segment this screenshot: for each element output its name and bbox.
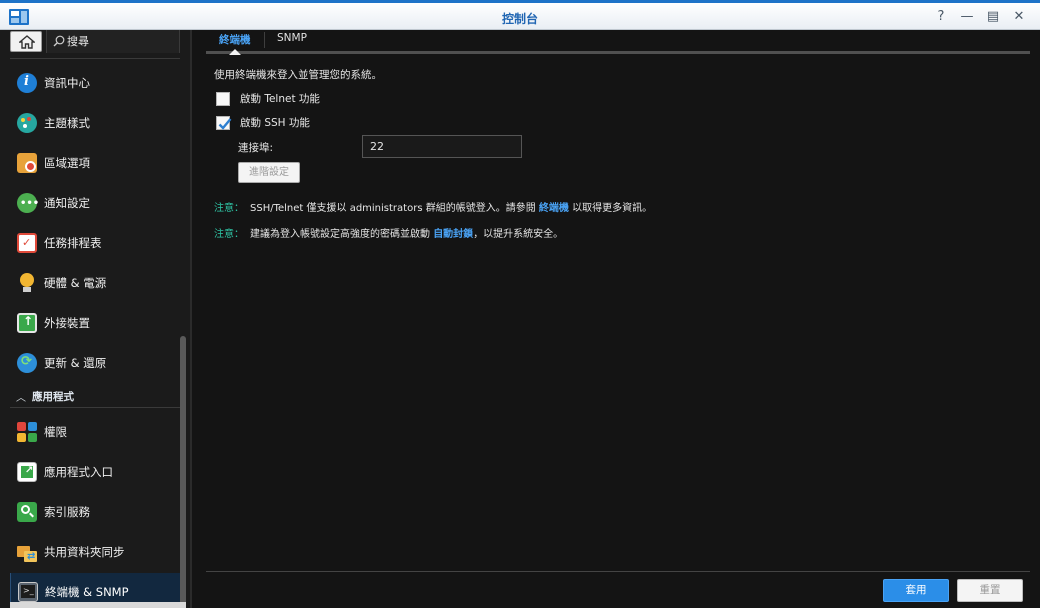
folder-sync-icon: ⇄ — [17, 542, 37, 562]
sidebar-item-label: 區域選項 — [44, 156, 90, 170]
search-input[interactable] — [67, 33, 175, 50]
sidebar-bottom-bar — [10, 602, 186, 608]
app-portal-icon: ↗ — [17, 462, 37, 482]
sidebar-item-label: 硬體 & 電源 — [44, 276, 107, 290]
sidebar-item-indexing[interactable]: 索引服務 — [10, 493, 180, 531]
restore-icon[interactable]: ▤ — [982, 8, 1004, 26]
sidebar-search[interactable] — [46, 30, 180, 53]
auto-block-link[interactable]: 自動封鎖 — [433, 229, 473, 240]
note-prefix: 注意： — [214, 203, 244, 214]
active-tab-indicator — [229, 49, 241, 55]
sidebar-item-label: 終端機 & SNMP — [45, 585, 129, 599]
sidebar-item-notification[interactable]: ••• 通知設定 — [10, 184, 180, 222]
advanced-settings-button[interactable]: 進階設定 — [238, 162, 300, 183]
terminal-description: 使用終端機來登入並管理您的系統。 — [214, 69, 382, 81]
telnet-label: 啟動 Telnet 功能 — [240, 93, 320, 105]
sidebar-item-label: 共用資料夾同步 — [44, 545, 125, 559]
sidebar-item-info-center[interactable]: i 資訊中心 — [10, 64, 180, 102]
note-ssh-telnet: 注意： SSH/Telnet 僅支援以 administrators 群組的帳號登… — [214, 199, 652, 214]
ssh-label: 啟動 SSH 功能 — [240, 117, 310, 129]
sidebar-item-label: 通知設定 — [44, 196, 90, 210]
tab-snmp[interactable]: SNMP — [277, 32, 307, 52]
reset-button[interactable]: 重置 — [957, 579, 1023, 602]
tab-divider — [264, 32, 265, 48]
bulb-icon — [17, 273, 37, 293]
section-label: 應用程式 — [32, 391, 74, 403]
sidebar-item-label: 外接裝置 — [44, 316, 90, 330]
ssh-option[interactable]: 啟動 SSH 功能 — [216, 115, 310, 130]
palette-icon — [17, 113, 37, 133]
sidebar-item-label: 更新 & 還原 — [44, 356, 107, 370]
divider — [10, 58, 180, 59]
search-icon — [53, 35, 65, 47]
sidebar-item-label: 資訊中心 — [44, 76, 90, 90]
sidebar-item-hardware[interactable]: 硬體 & 電源 — [10, 264, 180, 302]
chevron-up-icon: ︿ — [16, 393, 26, 404]
note-text: 以取得更多資訊。 — [572, 203, 653, 214]
checkmark-icon — [218, 117, 232, 130]
note-prefix: 注意： — [214, 229, 244, 240]
calendar-icon: ✓ — [17, 233, 37, 253]
sidebar-scrollbar[interactable] — [180, 336, 186, 608]
telnet-option[interactable]: 啟動 Telnet 功能 — [216, 91, 320, 106]
sidebar-item-label: 權限 — [44, 425, 67, 439]
update-icon: ⟳ — [17, 353, 37, 373]
sidebar-item-shared-folder-sync[interactable]: ⇄ 共用資料夾同步 — [10, 533, 180, 571]
sidebar-item-task-scheduler[interactable]: ✓ 任務排程表 — [10, 224, 180, 262]
note-security: 注意： 建議為登入帳號設定高強度的密碼並啟動 自動封鎖，以提升系統安全。 — [214, 225, 563, 240]
footer-divider — [206, 571, 1030, 572]
sidebar-item-label: 索引服務 — [44, 505, 90, 519]
section-applications[interactable]: ︿ 應用程式 — [10, 386, 180, 408]
apply-button[interactable]: 套用 — [883, 579, 949, 602]
sidebar-item-app-portal[interactable]: ↗ 應用程式入口 — [10, 453, 180, 491]
note-text: SSH/Telnet 僅支援以 administrators 群組的帳號登入。請… — [250, 203, 536, 214]
sidebar-item-region[interactable]: 區域選項 — [10, 144, 180, 182]
region-icon — [17, 153, 37, 173]
sidebar-item-theme[interactable]: 主題樣式 — [10, 104, 180, 142]
main-panel: 終端機 SNMP 使用終端機來登入並管理您的系統。 啟動 Telnet 功能 啟… — [194, 30, 1040, 608]
note-text: ，以提升系統安全。 — [473, 229, 564, 240]
minimize-icon[interactable]: — — [956, 8, 978, 26]
permission-icon — [17, 422, 37, 442]
port-field[interactable] — [362, 135, 522, 158]
upload-icon: ↑ — [17, 313, 37, 333]
sidebar-item-permissions[interactable]: 權限 — [10, 413, 180, 451]
terminal-help-link[interactable]: 終端機 — [539, 203, 569, 214]
port-label: 連接埠: — [238, 142, 274, 154]
home-button[interactable] — [10, 31, 42, 52]
sidebar-item-update[interactable]: ⟳ 更新 & 還原 — [10, 344, 180, 382]
terminal-icon: >_ — [18, 582, 38, 602]
sidebar-item-label: 主題樣式 — [44, 116, 90, 130]
info-icon: i — [17, 73, 37, 93]
close-icon[interactable]: ✕ — [1008, 8, 1030, 26]
sidebar-item-label: 應用程式入口 — [44, 465, 113, 479]
note-text: 建議為登入帳號設定高強度的密碼並啟動 — [250, 229, 430, 240]
window-title: 控制台 — [501, 12, 538, 26]
home-icon — [19, 35, 35, 49]
ssh-checkbox[interactable] — [216, 115, 232, 130]
telnet-checkbox[interactable] — [216, 91, 230, 106]
sidebar-item-external-devices[interactable]: ↑ 外接裝置 — [10, 304, 180, 342]
tab-bar: 終端機 SNMP — [206, 30, 1030, 55]
help-icon[interactable]: ? — [930, 8, 952, 26]
sidebar-item-label: 任務排程表 — [44, 236, 102, 250]
notification-icon: ••• — [17, 193, 39, 213]
index-icon — [17, 502, 37, 522]
window-titlebar: 控制台 ? — ▤ ✕ — [0, 0, 1040, 30]
sidebar: i 資訊中心 主題樣式 區域選項 ••• 通知設定 ✓ 任務排程表 硬體 — [0, 30, 192, 608]
